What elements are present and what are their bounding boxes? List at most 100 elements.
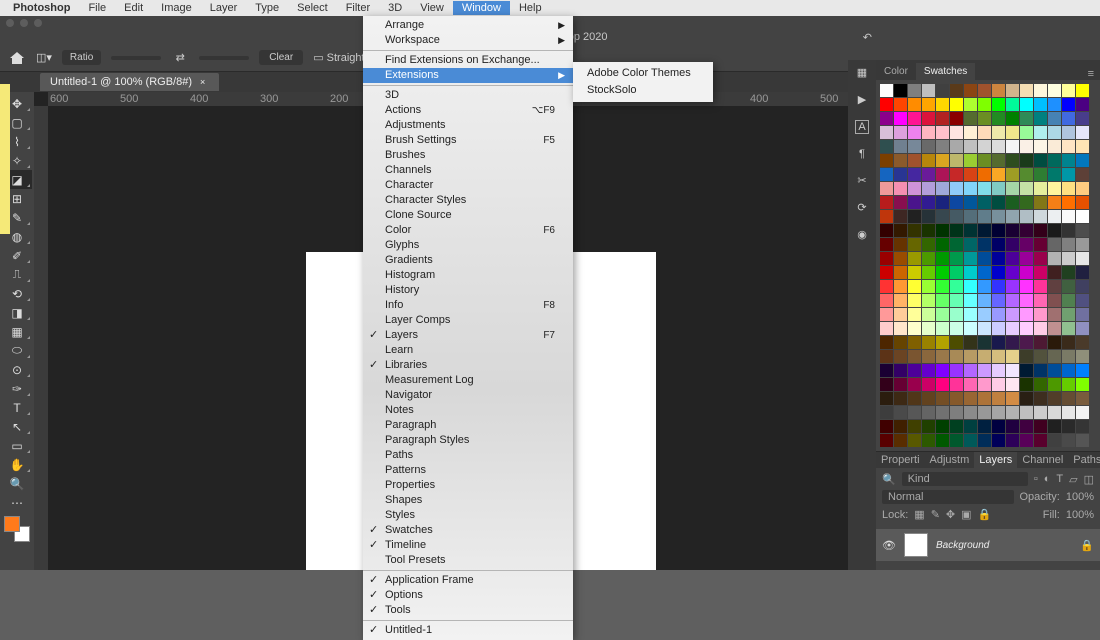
swatch[interactable]	[1062, 196, 1075, 209]
swatch[interactable]	[1062, 434, 1075, 447]
swatch[interactable]	[964, 266, 977, 279]
swatch[interactable]	[1076, 266, 1089, 279]
swatch[interactable]	[1020, 182, 1033, 195]
swatch[interactable]	[894, 84, 907, 97]
swatch[interactable]	[908, 322, 921, 335]
swatch[interactable]	[1006, 98, 1019, 111]
swatch[interactable]	[1034, 392, 1047, 405]
swatch[interactable]	[964, 210, 977, 223]
swatch[interactable]	[936, 252, 949, 265]
swatch[interactable]	[978, 252, 991, 265]
swatch[interactable]	[1020, 322, 1033, 335]
swatch[interactable]	[1048, 84, 1061, 97]
menu-item[interactable]: Properties	[363, 478, 573, 493]
history-brush-tool[interactable]: ⟲	[2, 284, 32, 303]
menu-item[interactable]: History	[363, 283, 573, 298]
menu-item[interactable]: ✓Tools	[363, 603, 573, 618]
swatch[interactable]	[978, 266, 991, 279]
swatch[interactable]	[936, 140, 949, 153]
swatch[interactable]	[950, 238, 963, 251]
swatch[interactable]	[936, 84, 949, 97]
eraser-tool[interactable]: ◨	[2, 303, 32, 322]
swatch[interactable]	[922, 350, 935, 363]
swatch[interactable]	[978, 168, 991, 181]
ratio-select[interactable]: Ratio	[62, 50, 101, 65]
menu-item[interactable]: Character Styles	[363, 193, 573, 208]
swatch[interactable]	[964, 224, 977, 237]
swatch[interactable]	[880, 420, 893, 433]
swatch[interactable]	[894, 196, 907, 209]
swatch[interactable]	[1034, 252, 1047, 265]
swatch[interactable]	[964, 364, 977, 377]
menu-item[interactable]: ✓LayersF7	[363, 328, 573, 343]
menu-help[interactable]: Help	[510, 1, 551, 15]
swatch[interactable]	[922, 238, 935, 251]
swatch[interactable]	[922, 378, 935, 391]
swatch[interactable]	[950, 224, 963, 237]
swatch[interactable]	[894, 98, 907, 111]
swatch[interactable]	[894, 406, 907, 419]
swatch[interactable]	[1048, 266, 1061, 279]
swatch[interactable]	[992, 196, 1005, 209]
swatch[interactable]	[978, 322, 991, 335]
swatch[interactable]	[1048, 196, 1061, 209]
menu-layer[interactable]: Layer	[201, 1, 247, 15]
swatch[interactable]	[1006, 322, 1019, 335]
swatch[interactable]	[950, 140, 963, 153]
swatch[interactable]	[1034, 238, 1047, 251]
swatch[interactable]	[964, 84, 977, 97]
swatch[interactable]	[894, 322, 907, 335]
swatch[interactable]	[978, 98, 991, 111]
swatch[interactable]	[1034, 420, 1047, 433]
swatch[interactable]	[1062, 392, 1075, 405]
swatch[interactable]	[1062, 182, 1075, 195]
swatch[interactable]	[1020, 420, 1033, 433]
swatch[interactable]	[978, 308, 991, 321]
swatch[interactable]	[922, 336, 935, 349]
swatch[interactable]	[992, 168, 1005, 181]
libraries-icon[interactable]: ▦	[857, 66, 867, 79]
swatch[interactable]	[1076, 322, 1089, 335]
visibility-icon[interactable]: 👁	[882, 539, 896, 552]
swatch[interactable]	[1062, 364, 1075, 377]
min-dot[interactable]	[20, 19, 28, 27]
brush-tool[interactable]: ✐	[2, 246, 32, 265]
swatch[interactable]	[922, 98, 935, 111]
swatch[interactable]	[1020, 168, 1033, 181]
swatch[interactable]	[950, 294, 963, 307]
swatch[interactable]	[1034, 336, 1047, 349]
swatch[interactable]	[908, 126, 921, 139]
swatch[interactable]	[1006, 224, 1019, 237]
swatch[interactable]	[1006, 406, 1019, 419]
swatch[interactable]	[908, 420, 921, 433]
swatch[interactable]	[964, 252, 977, 265]
swatch[interactable]	[1048, 140, 1061, 153]
swatch[interactable]	[950, 168, 963, 181]
swatch[interactable]	[1048, 294, 1061, 307]
swatch[interactable]	[908, 84, 921, 97]
color-swatches[interactable]	[4, 516, 30, 542]
swatch[interactable]	[992, 238, 1005, 251]
clear-button[interactable]: Clear	[259, 50, 303, 65]
swatch[interactable]	[964, 182, 977, 195]
swatch[interactable]	[1076, 336, 1089, 349]
swatch[interactable]	[992, 154, 1005, 167]
swatch[interactable]	[936, 98, 949, 111]
home-icon[interactable]	[8, 50, 26, 66]
swatch[interactable]	[908, 98, 921, 111]
swatch[interactable]	[1020, 154, 1033, 167]
menu-item[interactable]: Patterns	[363, 463, 573, 478]
swatch[interactable]	[1076, 364, 1089, 377]
swatch[interactable]	[908, 378, 921, 391]
swatch[interactable]	[992, 210, 1005, 223]
swatch[interactable]	[978, 210, 991, 223]
swatch[interactable]	[1076, 434, 1089, 447]
swatch[interactable]	[880, 252, 893, 265]
menu-item[interactable]: Extensions▶	[363, 68, 573, 83]
menu-item[interactable]: Measurement Log	[363, 373, 573, 388]
info-icon[interactable]: ◉	[857, 228, 867, 241]
swatch[interactable]	[1020, 434, 1033, 447]
swatch[interactable]	[894, 336, 907, 349]
tab-channels[interactable]: Channel	[1017, 452, 1068, 468]
menu-item[interactable]: ✓Libraries	[363, 358, 573, 373]
